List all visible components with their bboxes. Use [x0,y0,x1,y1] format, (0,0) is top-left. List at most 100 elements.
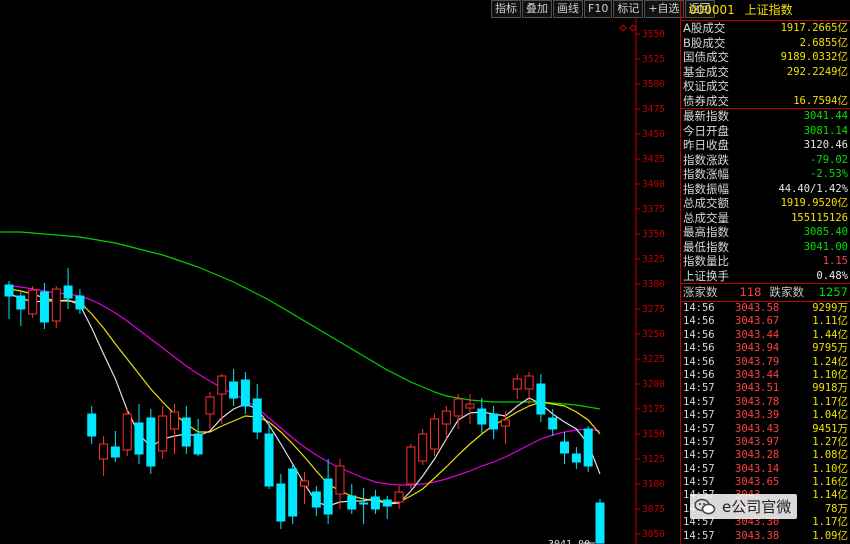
tick-vol: 1.11亿 [812,315,848,328]
candle-body [382,499,392,507]
quote-row: 国债成交 9189.0332亿 [681,50,850,65]
toolbar-button-5[interactable]: +自选 [644,0,684,18]
y-tick-label: 3250 [642,329,665,340]
tick-vol: 1.27亿 [812,435,848,448]
quote-value: 16.7594亿 [793,94,848,107]
tick-vol: 9918万 [812,382,848,395]
quote-row: 最低指数 3041.00 [681,240,850,255]
toolbar-button-1[interactable]: 叠加 [522,0,552,18]
tick-row[interactable]: 14:57 3043.43 9451万 [681,423,850,436]
quote-row: 指数振幅 44.40/1.42% [681,182,850,197]
tick-time: 14:57 [683,476,715,489]
candle-body [39,291,49,323]
quote-label: 基金成交 [683,64,729,79]
quote-value: 3085.40 [803,226,848,238]
y-tick-label: 3325 [642,254,665,265]
tick-row[interactable]: 14:57 3043.39 1.04亿 [681,409,850,422]
quote-label: 指数量比 [683,254,729,268]
candle[interactable] [288,464,298,524]
toolbar-button-0[interactable]: 指标 [491,0,521,18]
candle-body [87,413,97,437]
candle[interactable] [122,409,132,456]
tick-row[interactable]: 14:56 3043.44 1.44亿 [681,329,850,342]
tick-row[interactable]: 14:56 3043.58 9299万 [681,302,850,315]
tick-row[interactable]: 14:56 3043.67 1.11亿 [681,315,850,328]
candle-body [595,502,605,544]
candle-body [406,446,416,485]
quote-value: -79.02 [810,153,848,166]
last-price-label: 3041.00 [548,539,590,544]
tick-vol: 9451万 [812,422,848,435]
tick-row[interactable]: 14:57 3043.78 1.17亿 [681,396,850,409]
tick-row[interactable]: 14:56 3043.44 1.10亿 [681,369,850,382]
candle-body [441,410,451,425]
candle-body [453,398,463,417]
tick-row[interactable]: 14:57 3043.51 9918万 [681,382,850,395]
candle[interactable] [28,286,38,318]
quote-label: 指数涨跌 [683,152,729,167]
tick-row[interactable]: 14:57 3043.14 1.10亿 [681,463,850,476]
tick-price: 3043.51 [735,382,780,395]
quote-value: 3120.46 [803,139,848,151]
candle-body [51,288,61,322]
tick-row[interactable]: 14:57 3043.28 1.08亿 [681,449,850,462]
quote-row: 今日开盘 3081.14 [681,124,850,139]
candle-body [335,465,345,495]
quote-value: -2.53% [810,168,848,180]
tick-price: 3043.58 [735,302,780,314]
candle[interactable] [146,409,156,474]
candle-body [240,379,250,407]
candle-body [323,478,333,515]
y-tick-label: 3150 [642,429,665,440]
quote-label: 最新指数 [683,109,729,123]
y-tick-label: 3425 [642,154,665,165]
quote-value: 1.15 [822,255,848,267]
candle-body [28,289,38,315]
candle[interactable] [583,426,593,472]
quote-row: 基金成交 292.2249亿 [681,65,850,80]
candle-body [500,419,510,427]
tick-vol: 9299万 [812,302,848,314]
candle-body [193,433,203,455]
candle-body [536,383,546,415]
tick-price: 3043.65 [735,476,780,489]
candle-body [489,413,499,430]
candle-body [370,496,380,510]
tick-vol: 9795万 [812,342,848,355]
candle-body [477,408,487,425]
toolbar-button-3[interactable]: F10 [584,0,613,18]
tick-row[interactable]: 14:56 3043.94 9795万 [681,342,850,355]
y-tick-label: 3550 [642,29,665,40]
y-tick-label: 3075 [642,504,665,515]
quote-row: 最新指数 3041.44 [681,109,850,124]
toolbar-button-4[interactable]: 标记 [613,0,644,18]
tick-row[interactable]: 14:56 3043.79 1.24亿 [681,356,850,369]
candle-body [430,418,440,450]
candle-body [181,417,191,447]
index-quote-panel: 000001 上证指数 A股成交 1917.2665亿 B股成交 2.6855亿 国债成… [680,0,850,544]
wechat-icon [694,498,716,514]
candle-body [252,398,262,433]
candle[interactable] [406,444,416,489]
candle-body [146,417,156,467]
candle[interactable] [264,424,274,489]
quote-row: 指数涨幅 -2.53% [681,167,850,182]
tick-row[interactable]: 14:57 3043.38 1.09亿 [681,530,850,543]
tick-time: 14:56 [683,302,715,314]
toolbar-button-2[interactable]: 画线 [553,0,583,18]
tick-row[interactable]: 14:57 3043.65 1.16亿 [681,476,850,489]
candle[interactable] [595,499,605,544]
quote-row: B股成交 2.6855亿 [681,36,850,51]
candle-body [300,480,309,487]
tick-vol: 1.10亿 [812,462,848,475]
candle[interactable] [418,429,428,465]
tick-price: 3043.38 [735,529,780,542]
volume-rows: A股成交 1917.2665亿 B股成交 2.6855亿 国债成交 9189.0332亿基… [681,21,850,108]
tick-price: 3043.44 [735,328,780,341]
y-tick-label: 3450 [642,129,665,140]
tick-vol: 1.14亿 [812,489,848,502]
candle-body [16,295,26,310]
y-tick-label: 3475 [642,104,665,115]
tick-row[interactable]: 14:57 3043.97 1.27亿 [681,436,850,449]
kline-chart[interactable]: 3050 3075 3100 3125 3150 3175 3200 3225 3250 3275… [0,0,680,544]
